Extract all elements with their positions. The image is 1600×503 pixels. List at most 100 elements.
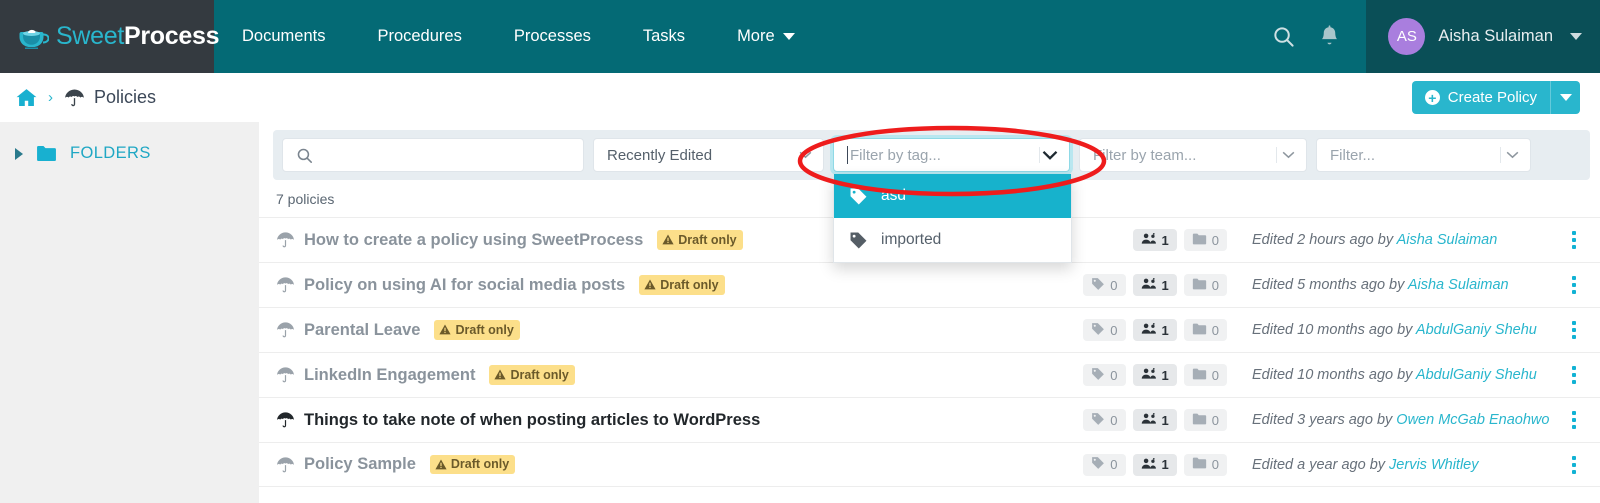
edited-info: Edited a year ago by Jervis Whitley — [1252, 457, 1552, 473]
edited-author[interactable]: Aisha Sulaiman — [1397, 232, 1498, 248]
sort-select[interactable]: Recently Edited — [593, 138, 824, 172]
tag-count-chip[interactable]: 0 — [1083, 274, 1126, 296]
policy-title[interactable]: Things to take note of when posting arti… — [276, 411, 760, 430]
breadcrumb-policies[interactable]: Policies — [64, 87, 156, 108]
sidebar-item-folders-label: FOLDERS — [70, 144, 151, 162]
more-vertical-icon — [1572, 366, 1576, 370]
nav-item-processes-label: Processes — [513, 27, 591, 45]
brand-text: SweetProcess — [56, 22, 219, 51]
tag-count-chip[interactable]: 0 — [1083, 319, 1126, 341]
edited-time: Edited 2 hours ago by — [1252, 232, 1397, 248]
policy-title-text: How to create a policy using SweetProces… — [304, 230, 644, 249]
team-count-chip[interactable]: 1 — [1132, 274, 1177, 296]
edited-author[interactable]: Jervis Whitley — [1389, 457, 1478, 473]
folder-icon — [1192, 233, 1207, 248]
edited-author[interactable]: Aisha Sulaiman — [1408, 277, 1509, 293]
main-area: FOLDERS Recently Edited Filter by tag... — [0, 122, 1600, 503]
team-count-chip[interactable]: 1 — [1132, 364, 1177, 386]
search-field[interactable] — [282, 138, 584, 172]
policy-title-text: Parental Leave — [304, 320, 421, 339]
policy-title[interactable]: Parental Leave Draft only — [276, 320, 520, 340]
status-badge-label: Draft only — [678, 232, 737, 247]
team-count-chip[interactable]: 1 — [1132, 229, 1177, 251]
search-button[interactable] — [1260, 0, 1306, 73]
edited-info: Edited 3 years ago by Owen McGab Enaohwo — [1252, 412, 1552, 428]
tag-count-chip-value: 0 — [1110, 277, 1118, 293]
folder-count-chip-value: 0 — [1211, 232, 1219, 248]
team-filter-select[interactable]: Filter by team... — [1079, 138, 1307, 172]
team-count-chip[interactable]: 1 — [1132, 319, 1177, 341]
policy-title[interactable]: Policy on using AI for social media post… — [276, 275, 725, 295]
nav-item-documents[interactable]: Documents — [242, 27, 325, 46]
create-policy-button[interactable]: + Create Policy — [1411, 81, 1580, 114]
create-policy-dropdown-toggle[interactable] — [1550, 81, 1580, 114]
nav-item-procedures-label: Procedures — [377, 27, 462, 45]
search-input[interactable] — [322, 146, 583, 164]
umbrella-icon — [277, 456, 294, 472]
caret-down-icon — [1559, 94, 1572, 101]
folder-count-chip[interactable]: 0 — [1183, 364, 1227, 386]
folder-count-chip[interactable]: 0 — [1183, 453, 1227, 476]
team-count-chip[interactable]: 1 — [1132, 409, 1177, 431]
umbrella-icon — [277, 412, 294, 428]
sidebar: FOLDERS — [0, 122, 259, 503]
table-row[interactable]: Parental Leave Draft only 0 1 0 Edited 10 mon… — [259, 307, 1600, 352]
edited-author[interactable]: Owen McGab Enaohwo — [1396, 412, 1549, 428]
table-row[interactable]: Policy Sample Draft only 0 1 0 Edited a year … — [259, 442, 1600, 487]
notifications-button[interactable] — [1306, 0, 1352, 73]
tag-count-chip[interactable]: 0 — [1083, 409, 1126, 431]
chevron-down-icon[interactable] — [1042, 150, 1058, 160]
breadcrumb-home[interactable] — [16, 88, 37, 107]
folder-icon — [1192, 457, 1207, 472]
row-actions-menu[interactable] — [1564, 366, 1584, 384]
edited-time: Edited 10 months ago by — [1252, 322, 1416, 338]
row-actions-menu[interactable] — [1564, 231, 1584, 249]
row-actions-menu[interactable] — [1564, 455, 1584, 474]
edited-author[interactable]: AbdulGaniy Shehu — [1416, 367, 1537, 383]
status-badge: Draft only — [429, 454, 516, 475]
nav-item-tasks[interactable]: Tasks — [643, 27, 685, 46]
nav-item-procedures[interactable]: Procedures — [377, 27, 461, 46]
policy-type-icon — [276, 411, 295, 429]
folder-count-chip-value: 0 — [1211, 457, 1219, 472]
create-policy-main[interactable]: + Create Policy — [1412, 81, 1550, 114]
select-divider — [1039, 147, 1040, 163]
policy-title[interactable]: Policy Sample Draft only — [276, 454, 516, 475]
team-count-chip[interactable]: 1 — [1132, 453, 1177, 476]
folder-count-chip[interactable]: 0 — [1183, 409, 1227, 431]
table-row[interactable]: LinkedIn Engagement Draft only 0 1 0 Edited 1… — [259, 352, 1600, 397]
user-menu[interactable]: AS Aisha Sulaiman — [1366, 0, 1600, 73]
chevron-right-icon — [15, 147, 23, 160]
row-actions-menu[interactable] — [1564, 411, 1584, 429]
tag-icon — [850, 232, 867, 248]
table-row[interactable]: Things to take note of when posting arti… — [259, 397, 1600, 442]
edited-info: Edited 10 months ago by AbdulGaniy Shehu — [1252, 322, 1552, 338]
folder-count-chip[interactable]: 0 — [1183, 274, 1227, 296]
tag-option-imported[interactable]: imported — [834, 218, 1071, 262]
policy-title[interactable]: How to create a policy using SweetProces… — [276, 230, 743, 250]
tag-count-chip[interactable]: 0 — [1083, 453, 1126, 476]
tag-option-asd[interactable]: asd — [834, 174, 1071, 218]
chevron-down-icon[interactable] — [1506, 151, 1519, 159]
folder-count-chip[interactable]: 0 — [1183, 319, 1227, 341]
policy-type-icon — [276, 231, 295, 249]
row-actions-menu[interactable] — [1564, 321, 1584, 339]
more-vertical-icon — [1572, 276, 1576, 280]
row-actions-menu[interactable] — [1564, 276, 1584, 294]
chevron-down-icon[interactable] — [1282, 151, 1295, 159]
brand-logo-link[interactable]: SweetProcess — [0, 0, 219, 73]
folder-count-chip[interactable]: 0 — [1183, 229, 1227, 251]
tag-filter-select[interactable]: Filter by tag... asd imported — [833, 138, 1072, 263]
select-divider — [1276, 147, 1277, 163]
nav-item-processes[interactable]: Processes — [514, 27, 591, 46]
nav-item-more[interactable]: More — [737, 27, 795, 46]
folder-icon — [1192, 323, 1207, 338]
sidebar-item-folders[interactable]: FOLDERS — [0, 144, 259, 163]
other-filter-select[interactable]: Filter... — [1316, 138, 1531, 172]
edited-author[interactable]: AbdulGaniy Shehu — [1416, 322, 1537, 338]
table-row[interactable]: Policy on using AI for social media post… — [259, 262, 1600, 307]
policy-title[interactable]: LinkedIn Engagement Draft only — [276, 365, 575, 385]
tag-icon — [1091, 277, 1105, 294]
tag-option-asd-label: asd — [881, 187, 906, 204]
tag-count-chip[interactable]: 0 — [1083, 364, 1126, 386]
